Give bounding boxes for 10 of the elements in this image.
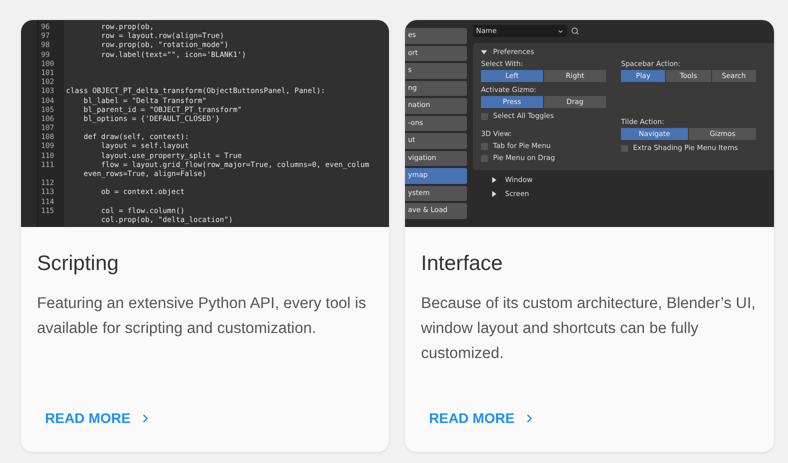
checkbox[interactable] [481,112,488,120]
card-title: Interface [421,251,504,277]
checkbox[interactable] [481,142,488,150]
checkbox[interactable] [621,144,628,152]
checkbox[interactable] [481,154,488,162]
card-description: Featuring an extensive Python API, every tool is available for scripting and customization. [37,294,368,339]
search-icon [571,27,579,35]
card-title: Scripting [37,251,120,277]
card-description: Because of its custom architecture, Blender’s UI, window layout and shortcuts can be fully customized. [421,294,757,364]
chevron-icon [557,28,564,34]
